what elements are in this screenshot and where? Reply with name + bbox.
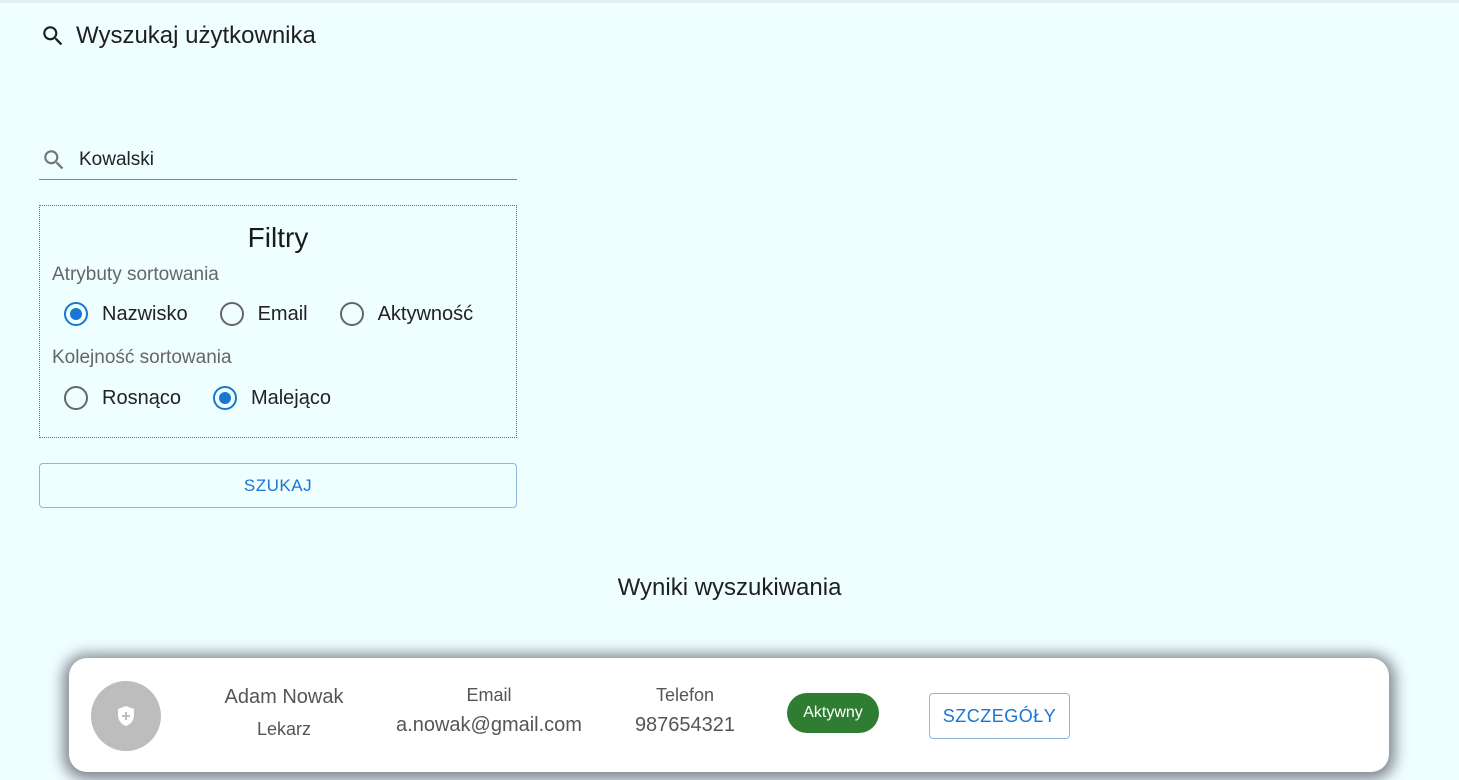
search-icon [41,147,67,173]
details-button[interactable]: SZCZEGÓŁY [929,693,1070,739]
filters-title: Filtry [247,222,309,253]
radio-sort-nazwisko[interactable]: Nazwisko [64,302,188,326]
radio-label: Email [257,302,308,325]
radio-sort-email[interactable]: Email [219,302,308,326]
medical-shield-icon [114,704,138,728]
phone-label: Telefon [655,685,715,705]
radio-circle [219,302,244,326]
radio-circle [64,386,88,410]
phone-column: Telefon 987654321 [625,685,745,737]
radio-label: Nazwisko [102,302,188,325]
filters-panel: Filtry Atrybuty sortowania Nazwisko Emai… [39,205,517,438]
sort-attributes-label: Atrybuty sortowania [52,264,219,285]
search-icon [40,23,66,49]
sort-order-label: Kolejność sortowania [52,347,232,368]
page-header: Wyszukaj użytkownika [40,22,316,50]
radio-sort-aktywnosc[interactable]: Aktywność [339,302,474,326]
email-label: Email [466,685,512,705]
sort-order-group: Rosnąco Malejąco [64,386,363,410]
phone-value: 987654321 [634,714,736,736]
avatar [91,681,161,751]
user-role: Lekarz [256,719,312,739]
search-field[interactable] [39,140,517,180]
email-column: Email a.nowak@gmail.com [389,685,589,737]
user-name: Adam Nowak [224,686,344,708]
search-button[interactable]: SZUKAJ [39,463,517,508]
radio-circle [212,386,237,410]
result-card: Adam Nowak Lekarz Email a.nowak@gmail.co… [69,658,1389,772]
user-name-column: Adam Nowak Lekarz [214,686,354,740]
sort-attributes-group: Nazwisko Email Aktywność [64,302,505,326]
results-title: Wyniki wyszukiwania [617,574,842,601]
radio-label: Rosnąco [102,386,181,409]
radio-label: Aktywność [377,302,474,325]
search-input[interactable] [79,141,479,178]
email-value: a.nowak@gmail.com [396,714,582,736]
radio-label: Malejąco [250,386,331,409]
radio-order-malejaco[interactable]: Malejąco [212,386,331,410]
top-divider [0,0,1459,3]
status-badge: Aktywny [787,693,879,733]
radio-order-rosnaco[interactable]: Rosnąco [64,386,181,410]
page-title: Wyszukaj użytkownika [76,22,316,49]
radio-circle [64,302,88,326]
radio-circle [339,302,364,326]
